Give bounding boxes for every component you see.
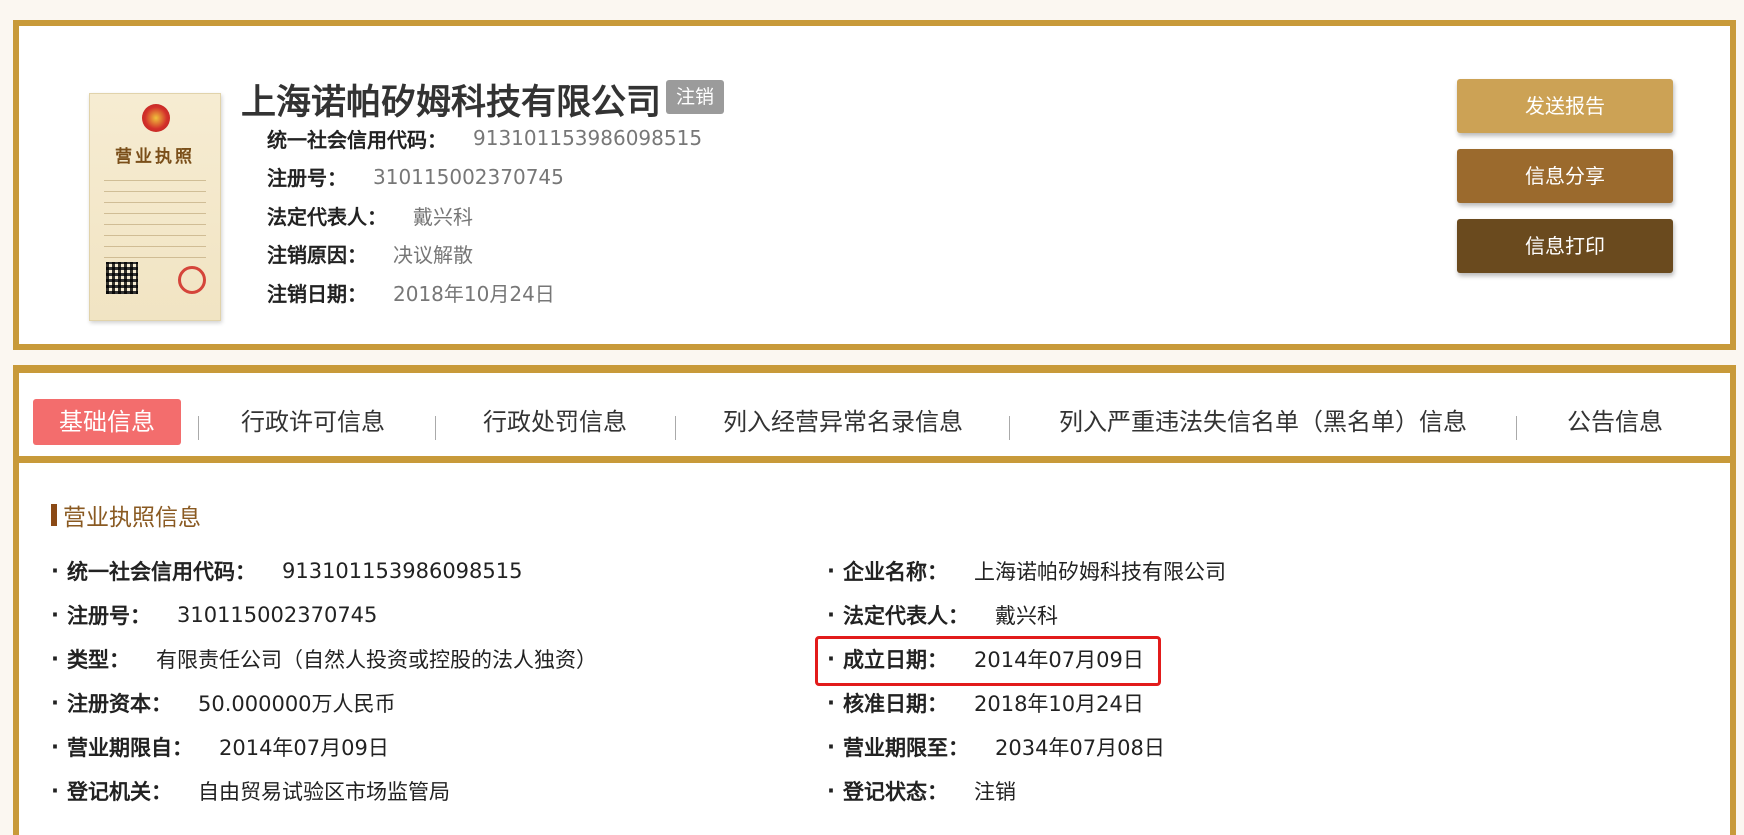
info-value: 决议解散 [393,243,473,268]
bullet-icon: · [827,559,835,583]
field-reg-number: · 注册号： 310115002370745 [51,600,377,630]
field-approval-date: · 核准日期： 2018年10月24日 [827,688,1144,718]
print-info-button[interactable]: 信息打印 [1457,219,1673,273]
field-label: 企业名称： [842,560,948,584]
field-value: 2014年07月09日 [218,736,389,760]
national-emblem-icon [142,104,170,132]
established-date-highlight [815,636,1161,686]
header-info-legal-rep: 法定代表人： 戴兴科 [267,196,702,235]
send-report-button[interactable]: 发送报告 [1457,79,1673,133]
field-value: 2018年10月24日 [973,692,1144,716]
tab-separator [675,416,676,440]
field-term-start: · 营业期限自： 2014年07月09日 [51,732,389,762]
field-term-end: · 营业期限至： 2034年07月08日 [827,732,1165,762]
field-reg-capital: · 注册资本： 50.000000万人民币 [51,688,396,718]
field-label: 营业期限至： [842,736,969,760]
field-value: 2034年07月08日 [994,736,1165,760]
field-type: · 类型： 有限责任公司（自然人投资或控股的法人独资） [51,644,597,674]
field-value: 913101153986098515 [281,559,523,583]
bullet-icon: · [827,691,835,715]
header-info-list: 统一社会信用代码： 913101153986098515 注册号： 310115… [267,119,702,312]
bullet-icon: · [51,603,59,627]
field-reg-authority: · 登记机关： 自由贸易试验区市场监管局 [51,776,450,806]
info-value: 2018年10月24日 [393,281,555,306]
field-value: 50.000000万人民币 [197,692,396,716]
field-value: 310115002370745 [176,603,378,627]
field-company-name: · 企业名称： 上海诺帕矽姆科技有限公司 [827,556,1226,586]
bullet-icon: · [827,779,835,803]
info-label: 法定代表人： [267,204,387,229]
info-label: 统一社会信用代码： [267,127,447,152]
tab-basic-info[interactable]: 基础信息 [33,399,181,445]
info-value: 913101153986098515 [473,126,703,151]
qr-code-icon [106,262,138,294]
field-label: 营业期限自： [66,736,193,760]
official-seal-icon [178,266,206,294]
bullet-icon: · [51,735,59,759]
detail-card: 基础信息 行政许可信息 行政处罚信息 列入经营异常名录信息 列入严重违法失信名单… [13,365,1736,835]
field-label: 注册资本： [66,692,172,716]
field-value: 自由贸易试验区市场监管局 [197,780,450,804]
bullet-icon: · [827,735,835,759]
tab-admin-penalty[interactable]: 行政处罚信息 [483,399,627,445]
license-text-lines [104,180,206,260]
section-title-text: 营业执照信息 [63,505,201,531]
tab-blacklist[interactable]: 列入严重违法失信名单（黑名单）信息 [1059,399,1467,445]
info-value: 310115002370745 [373,164,564,189]
field-label: 法定代表人： [842,604,969,628]
field-reg-status: · 登记状态： 注销 [827,776,1016,806]
tab-separator [1009,416,1010,440]
bullet-icon: · [51,779,59,803]
status-badge: 注销 [666,80,724,114]
tab-separator [198,416,199,440]
section-title: 营业执照信息 [51,498,201,532]
header-info-credit-code: 统一社会信用代码： 913101153986098515 [267,119,702,158]
tab-separator [1516,416,1517,440]
business-license-image: 营业执照 [89,93,221,321]
field-value: 上海诺帕矽姆科技有限公司 [973,560,1226,584]
field-legal-rep: · 法定代表人： 戴兴科 [827,600,1058,630]
header-info-cancel-date: 注销日期： 2018年10月24日 [267,273,702,312]
info-label: 注销原因： [267,243,367,268]
bullet-icon: · [51,559,59,583]
field-label: 登记状态： [842,780,948,804]
tab-abnormal-list[interactable]: 列入经营异常名录信息 [723,399,963,445]
field-label: 注册号： [66,604,151,628]
company-name: 上海诺帕矽姆科技有限公司 [241,83,662,123]
bullet-icon: · [51,691,59,715]
info-label: 注销日期： [267,281,367,306]
company-header-card: 营业执照 上海诺帕矽姆科技有限公司 注销 统一社会信用代码： 913101153… [13,20,1736,350]
header-info-cancel-reason: 注销原因： 决议解散 [267,235,702,274]
tab-announcement[interactable]: 公告信息 [1567,399,1663,445]
bullet-icon: · [51,647,59,671]
field-value: 戴兴科 [994,604,1058,628]
section-title-bar [51,504,57,526]
field-value: 有限责任公司（自然人投资或控股的法人独资） [155,648,597,672]
field-label: 登记机关： [66,780,172,804]
action-buttons: 发送报告 信息分享 信息打印 [1457,79,1673,289]
license-title: 营业执照 [115,147,195,167]
info-value: 戴兴科 [413,204,473,229]
field-label: 核准日期： [842,692,948,716]
header-info-reg-number: 注册号： 310115002370745 [267,158,702,197]
bullet-icon: · [827,603,835,627]
field-label: 统一社会信用代码： [66,560,256,584]
share-info-button[interactable]: 信息分享 [1457,149,1673,203]
field-label: 类型： [66,648,130,672]
field-value: 注销 [973,780,1016,804]
tab-admin-license[interactable]: 行政许可信息 [241,399,385,445]
info-label: 注册号： [267,166,347,191]
tab-separator [435,416,436,440]
field-credit-code: · 统一社会信用代码： 913101153986098515 [51,556,522,586]
tab-bar: 基础信息 行政许可信息 行政处罚信息 列入经营异常名录信息 列入严重违法失信名单… [19,373,1730,463]
